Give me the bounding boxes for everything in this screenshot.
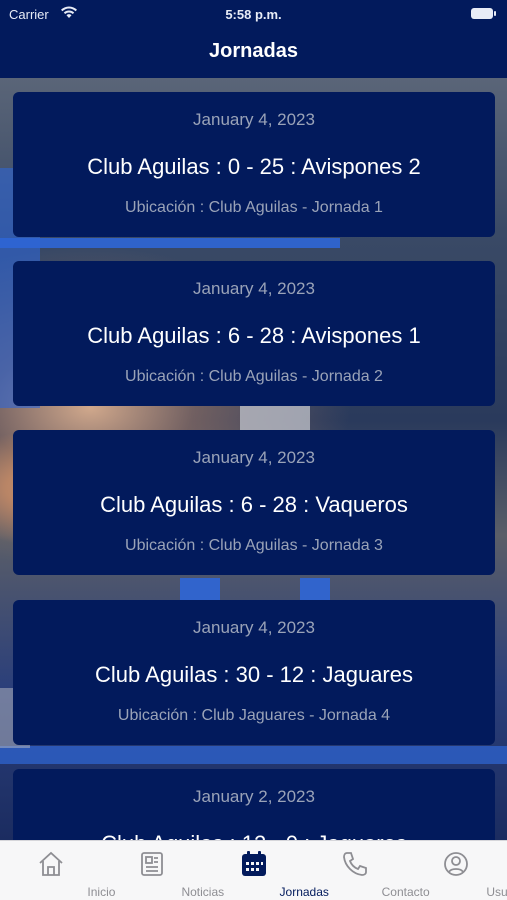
- match-score: Club Aguilas : 12 - 0 : Jaguares: [13, 831, 495, 840]
- battery-icon: [471, 8, 496, 19]
- match-location: Ubicación : Club Aguilas - Jornada 2: [125, 368, 383, 385]
- match-date: January 4, 2023: [193, 110, 315, 129]
- status-bar: Carrier 5:58 p.m.: [0, 5, 507, 23]
- matchday-card[interactable]: January 2, 2023 Club Aguilas : 12 - 0 : …: [13, 769, 495, 840]
- matchday-card[interactable]: January 4, 2023 Club Aguilas : 6 - 28 : …: [13, 430, 495, 575]
- user-icon: [441, 849, 471, 879]
- match-date: January 2, 2023: [193, 787, 315, 806]
- matchday-list[interactable]: January 4, 2023 Club Aguilas : 0 - 25 : …: [0, 78, 507, 840]
- matchday-card[interactable]: January 4, 2023 Club Aguilas : 6 - 28 : …: [13, 261, 495, 406]
- tab-bar: Inicio Noticias Jornadas Contacto Usu: [0, 840, 507, 900]
- calendar-icon: [239, 849, 269, 879]
- match-score: Club Aguilas : 30 - 12 : Jaguares: [95, 662, 413, 687]
- match-date: January 4, 2023: [193, 618, 315, 637]
- page-title: Jornadas: [209, 40, 298, 62]
- match-score: Club Aguilas : 6 - 28 : Vaqueros: [100, 492, 408, 517]
- tab-inicio[interactable]: Inicio: [0, 841, 115, 900]
- phone-icon: [340, 849, 370, 879]
- tab-jornadas[interactable]: Jornadas: [203, 841, 329, 900]
- matchday-card[interactable]: January 4, 2023 Club Aguilas : 0 - 25 : …: [13, 92, 495, 237]
- status-time: 5:58 p.m.: [225, 7, 282, 22]
- tab-noticias[interactable]: Noticias: [101, 841, 224, 900]
- home-icon: [36, 849, 66, 879]
- tab-usuario[interactable]: Usuario: [406, 841, 507, 900]
- match-location: Ubicación : Club Aguilas - Jornada 1: [125, 199, 383, 216]
- match-date: January 4, 2023: [193, 448, 315, 467]
- newspaper-icon: [137, 849, 167, 879]
- tab-contacto[interactable]: Contacto: [304, 841, 430, 900]
- match-date: January 4, 2023: [193, 279, 315, 298]
- navigation-bar: Carrier 5:58 p.m. Jornadas: [0, 0, 507, 78]
- match-score: Club Aguilas : 0 - 25 : Avispones 2: [87, 154, 421, 179]
- match-location: Ubicación : Club Aguilas - Jornada 3: [125, 537, 383, 554]
- tab-label: Usuario: [486, 885, 507, 899]
- match-score: Club Aguilas : 6 - 28 : Avispones 1: [87, 323, 421, 348]
- match-location: Ubicación : Club Jaguares - Jornada 4: [117, 707, 391, 724]
- matchday-card[interactable]: January 4, 2023 Club Aguilas : 30 - 12 :…: [13, 600, 495, 745]
